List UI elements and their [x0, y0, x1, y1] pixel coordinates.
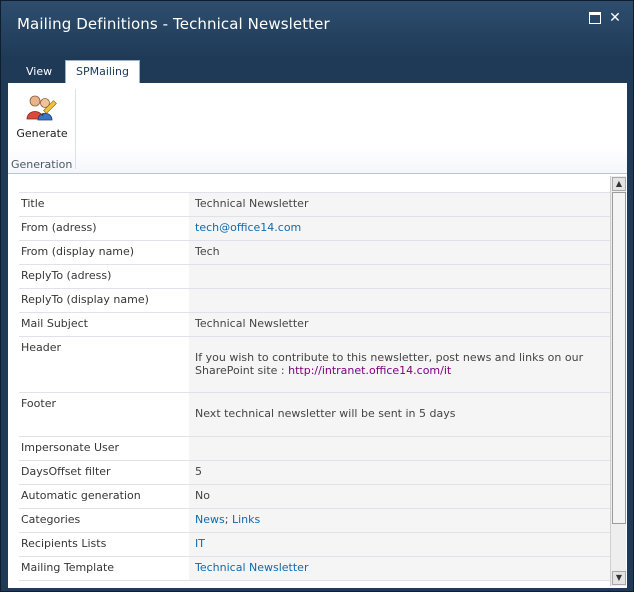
table-row: Recipients Lists IT [19, 532, 612, 556]
field-value: Technical Newsletter [189, 557, 612, 580]
ribbon: Generate Generation [8, 83, 627, 174]
tab-view[interactable]: View [16, 61, 62, 83]
tab-spmailing[interactable]: SPMailing [65, 60, 140, 84]
table-row: Impersonate User [19, 436, 612, 460]
vertical-scrollbar[interactable]: ▲ ▼ [610, 176, 626, 586]
field-value: Next technical newsletter will be sent i… [189, 393, 612, 436]
field-label: Mail Subject [21, 317, 88, 330]
field-value: Tech [189, 241, 612, 264]
field-value: 5 [189, 461, 612, 484]
title-bar: Mailing Definitions - Technical Newslett… [1, 1, 633, 59]
table-row: ReplyTo (adress) [19, 264, 612, 288]
field-label: Mailing Template [21, 561, 115, 574]
field-value: tech@office14.com [189, 217, 612, 240]
intranet-link[interactable]: http://intranet.office14.com/it [288, 364, 451, 377]
table-row: Categories News; Links [19, 508, 612, 532]
table-row: From (display name) Tech [19, 240, 612, 264]
field-label: Categories [21, 513, 81, 526]
field-value: If you wish to contribute to this newsle… [189, 337, 612, 392]
maximize-icon[interactable] [588, 11, 602, 25]
field-label: Footer [21, 397, 56, 410]
field-value [189, 265, 612, 288]
field-value: News; Links [189, 509, 612, 532]
category-link-links[interactable]: Links [232, 513, 260, 526]
field-value: No [189, 485, 612, 508]
ribbon-group-separator [75, 89, 76, 169]
field-label: From (display name) [21, 245, 135, 258]
field-label: Header [21, 341, 62, 354]
users-edit-icon [26, 95, 57, 121]
table-row: DaysOffset filter 5 [19, 460, 612, 484]
table-row: Automatic generation No [19, 484, 612, 508]
recipients-link-it[interactable]: IT [195, 537, 205, 550]
table-row: From (adress) tech@office14.com [19, 216, 612, 240]
ribbon-group-label: Generation [11, 158, 73, 171]
table-row: Mailing Template Technical Newsletter [19, 556, 612, 581]
category-separator: ; [224, 513, 232, 526]
field-value: IT [189, 533, 612, 556]
dialog-title: Mailing Definitions - Technical Newslett… [17, 15, 330, 33]
field-label: From (adress) [21, 221, 97, 234]
field-value [189, 437, 612, 460]
ribbon-tabs: View SPMailing [1, 59, 633, 84]
field-label: Impersonate User [21, 441, 120, 454]
field-value [189, 289, 612, 312]
table-row: Header If you wish to contribute to this… [19, 336, 612, 392]
table-row: Footer Next technical newsletter will be… [19, 392, 612, 436]
table-row: ReplyTo (display name) [19, 288, 612, 312]
field-value: Technical Newsletter [189, 313, 612, 336]
scroll-up-icon[interactable]: ▲ [612, 177, 626, 191]
field-label: Recipients Lists [21, 537, 107, 550]
generate-button[interactable]: Generate [14, 91, 70, 143]
field-label: DaysOffset filter [21, 465, 111, 478]
form-content: Title Technical Newsletter From (adress)… [8, 173, 627, 588]
category-link-news[interactable]: News [195, 513, 225, 526]
close-icon[interactable]: ✕ [608, 11, 622, 25]
field-label: ReplyTo (display name) [21, 293, 149, 306]
scroll-thumb[interactable] [612, 192, 626, 524]
generate-label: Generate [16, 127, 68, 140]
field-label: Automatic generation [21, 489, 141, 502]
table-row: Title Technical Newsletter [19, 192, 612, 216]
from-address-link[interactable]: tech@office14.com [195, 221, 301, 234]
field-label: Title [21, 197, 45, 210]
field-label: ReplyTo (adress) [21, 269, 112, 282]
mailing-template-link[interactable]: Technical Newsletter [195, 561, 308, 574]
dialog-window: Mailing Definitions - Technical Newslett… [0, 0, 634, 592]
field-value: Technical Newsletter [189, 193, 612, 216]
table-row: Mail Subject Technical Newsletter [19, 312, 612, 336]
scroll-down-icon[interactable]: ▼ [612, 571, 626, 585]
definition-table: Title Technical Newsletter From (adress)… [19, 192, 612, 581]
